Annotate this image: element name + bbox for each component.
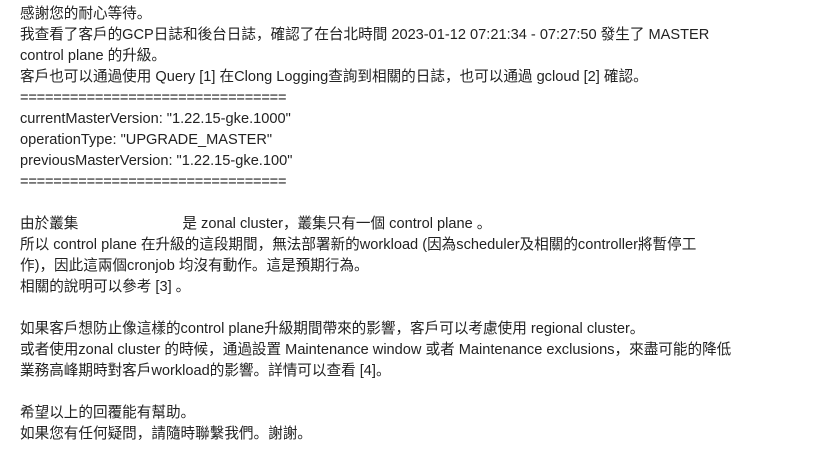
upgrade-summary-line-3: 客戶也可以通過使用 Query [1] 在Clong Logging查詢到相關的… bbox=[20, 69, 648, 85]
closing-line-1: 希望以上的回覆能有幫助。 bbox=[20, 405, 196, 421]
separator-top: ================================ bbox=[20, 90, 287, 106]
cluster-explanation-line-1: 由於叢集 是 zonal cluster，叢集只有一個 control plane… bbox=[20, 214, 820, 235]
recommendation-line-2: 或者使用zonal cluster 的時候，通過設置 Maintenance w… bbox=[20, 342, 732, 358]
cluster-explanation-line-4: 相關的說明可以參考 [3] 。 bbox=[20, 279, 191, 295]
greeting-line: 感謝您的耐心等待。 bbox=[20, 6, 152, 22]
log-operation-type: operationType: "UPGRADE_MASTER" bbox=[20, 132, 273, 148]
closing-line-2: 如果您有任何疑問，請隨時聯繫我們。謝謝。 bbox=[20, 426, 312, 442]
cluster-explanation-prefix: 由於叢集 bbox=[20, 216, 79, 232]
separator-bottom: ================================ bbox=[20, 174, 287, 190]
message-body: 感謝您的耐心等待。 我查看了客戶的GCP日誌和後台日誌，確認了在台北時間 202… bbox=[20, 4, 820, 445]
log-current-master-version: currentMasterVersion: "1.22.15-gke.1000" bbox=[20, 111, 291, 127]
upgrade-summary-line-1: 我查看了客戶的GCP日誌和後台日誌，確認了在台北時間 2023-01-12 07… bbox=[20, 27, 710, 43]
upgrade-summary-line-2: control plane 的升級。 bbox=[20, 48, 166, 64]
log-previous-master-version: previousMasterVersion: "1.22.15-gke.100" bbox=[20, 153, 293, 169]
cluster-explanation-line-2: 所以 control plane 在升級的這段期間，無法部署新的workload… bbox=[20, 237, 697, 253]
cluster-explanation-suffix: 是 zonal cluster，叢集只有一個 control plane 。 bbox=[182, 216, 492, 232]
recommendation-line-1: 如果客戶想防止像這樣的control plane升級期間帶來的影響，客戶可以考慮… bbox=[20, 321, 645, 337]
cluster-explanation-line-3: 作)，因此這兩個cronjob 均沒有動作。這是預期行為。 bbox=[20, 258, 369, 274]
recommendation-line-3: 業務高峰期時對客戶workload的影響。詳情可以查看 [4]。 bbox=[20, 363, 391, 379]
